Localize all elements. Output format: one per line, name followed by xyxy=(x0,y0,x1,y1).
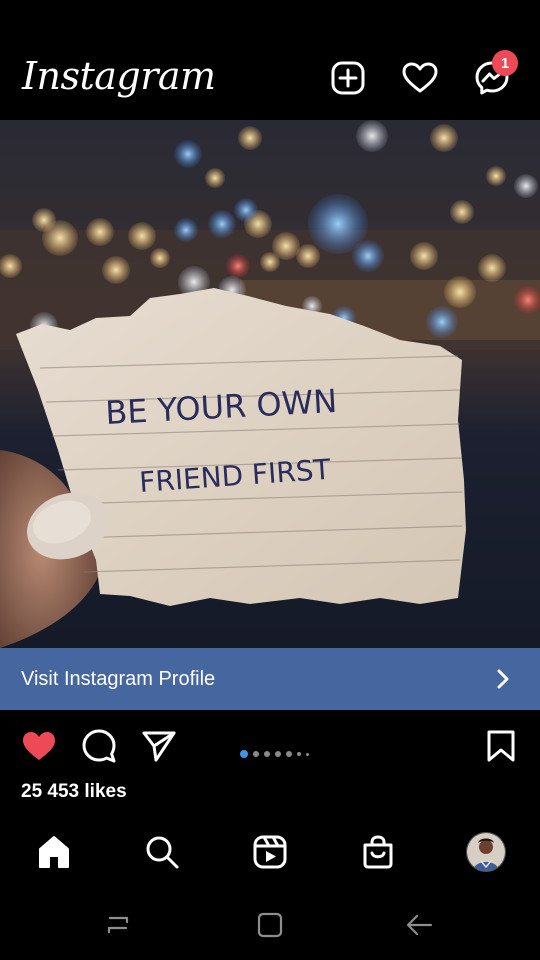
app-header: Instagram 1 xyxy=(0,40,540,120)
bottom-navigation xyxy=(0,812,540,890)
reels-icon[interactable] xyxy=(248,830,292,874)
carousel-dot xyxy=(240,750,248,758)
add-post-icon[interactable] xyxy=(328,58,368,98)
post-photo[interactable]: BE YOUR OWN FRIEND FIRST xyxy=(0,120,540,648)
carousel-dot xyxy=(264,751,270,757)
messenger-badge: 1 xyxy=(492,50,518,76)
visit-profile-label: Visit Instagram Profile xyxy=(21,667,216,690)
carousel-indicator xyxy=(240,750,309,758)
avatar xyxy=(466,832,506,872)
profile-avatar[interactable] xyxy=(464,830,508,874)
like-icon[interactable] xyxy=(19,726,59,766)
carousel-dot xyxy=(286,751,292,757)
post-actions xyxy=(0,710,540,780)
share-icon[interactable] xyxy=(139,726,179,766)
visit-profile-bar[interactable]: Visit Instagram Profile xyxy=(0,648,540,710)
status-bar xyxy=(0,0,540,40)
carousel-dot xyxy=(297,752,301,756)
comment-icon[interactable] xyxy=(79,726,119,766)
search-icon[interactable] xyxy=(140,830,184,874)
shop-icon[interactable] xyxy=(356,830,400,874)
bookmark-icon[interactable] xyxy=(481,726,521,766)
instagram-logo[interactable]: Instagram xyxy=(22,54,216,98)
system-navigation-bar xyxy=(0,890,540,960)
back-icon[interactable] xyxy=(402,910,438,940)
recent-apps-icon[interactable] xyxy=(100,910,136,940)
home-icon[interactable] xyxy=(32,830,76,874)
likes-count[interactable]: 25 453 likes xyxy=(21,781,127,803)
messenger-icon[interactable]: 1 xyxy=(472,50,518,98)
carousel-dot xyxy=(306,752,309,756)
heart-icon[interactable] xyxy=(400,58,440,98)
carousel-dot xyxy=(275,751,281,757)
chevron-right-icon xyxy=(496,668,510,695)
home-button-icon[interactable] xyxy=(252,910,288,940)
carousel-dot xyxy=(253,751,259,757)
